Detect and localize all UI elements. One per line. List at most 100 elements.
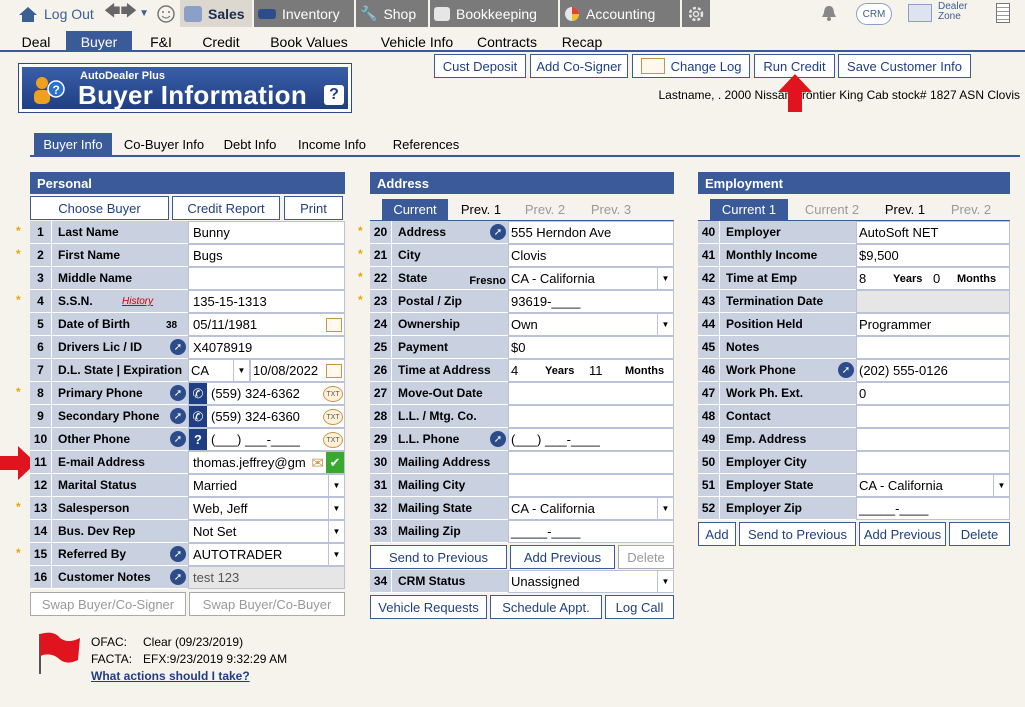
ssn-history-link[interactable]: History	[122, 296, 153, 307]
employment-add-previous-button[interactable]: Add Previous	[859, 522, 946, 546]
tab-buyer-info[interactable]: Buyer Info	[34, 133, 112, 155]
calendar-icon[interactable]	[326, 318, 342, 332]
field-input[interactable]: Web, Jeff ▼	[188, 497, 345, 520]
field-input[interactable]: (202) 555-0126	[856, 359, 1010, 382]
address-add-previous-button[interactable]: Add Previous	[510, 545, 615, 569]
employment-delete-button[interactable]: Delete	[949, 522, 1010, 546]
field-input[interactable]: X4078919	[188, 336, 345, 359]
field-input[interactable]: Clovis	[508, 244, 674, 267]
field-input[interactable]: (___) ___-____	[508, 428, 674, 451]
address-tab-current[interactable]: Current	[382, 199, 448, 220]
tab-inventory[interactable]: Inventory	[254, 0, 354, 27]
subnav-credit[interactable]: Credit	[192, 31, 250, 52]
calculator-icon[interactable]	[996, 3, 1010, 23]
employment-add-button[interactable]: Add	[698, 522, 736, 546]
field-input[interactable]	[856, 428, 1010, 451]
field-input[interactable]: 05/11/1981	[188, 313, 345, 336]
employment-tab-prev2[interactable]: Prev. 2	[942, 199, 1000, 220]
logout-button[interactable]: Log Out	[14, 0, 96, 27]
tab-accounting[interactable]: Accounting	[560, 0, 680, 27]
bell-icon[interactable]	[820, 4, 838, 25]
tab-sales[interactable]: Sales	[180, 0, 252, 27]
lookup-arrow-icon[interactable]: ➚	[838, 362, 854, 378]
log-call-button[interactable]: Log Call	[605, 595, 674, 619]
employment-tab-prev1[interactable]: Prev. 1	[876, 199, 934, 220]
print-button[interactable]: Print	[284, 196, 343, 220]
lookup-arrow-icon[interactable]: ➚	[490, 431, 506, 447]
credit-report-button[interactable]: Credit Report	[172, 196, 280, 220]
tab-income-info[interactable]: Income Info	[290, 133, 374, 155]
field-input[interactable]: Bugs	[188, 244, 345, 267]
field-input[interactable]	[856, 290, 1010, 313]
lookup-arrow-icon[interactable]: ➚	[170, 408, 186, 424]
field-input[interactable]: CA - California ▼	[508, 497, 674, 520]
dealer-zone-icon[interactable]	[908, 4, 932, 22]
field-input[interactable]: 93619-____	[508, 290, 674, 313]
phone-icon[interactable]: ✆	[189, 406, 207, 427]
field-input[interactable]: $9,500	[856, 244, 1010, 267]
crm-status-select[interactable]: Unassigned ▼	[508, 570, 674, 593]
field-input[interactable]: CA - California ▼	[508, 267, 674, 290]
field-input[interactable]: ✆ TXT (559) 324-6362	[188, 382, 345, 405]
dl-expiration-input[interactable]: 10/08/2022	[250, 359, 345, 382]
field-input[interactable]	[508, 405, 674, 428]
address-tab-prev1[interactable]: Prev. 1	[452, 199, 510, 220]
lookup-arrow-icon[interactable]: ➚	[170, 546, 186, 562]
history-nav[interactable]: 🡄 🡆 ▼	[100, 0, 149, 27]
tab-co-buyer-info[interactable]: Co-Buyer Info	[118, 133, 210, 155]
employment-tab-current1[interactable]: Current 1	[710, 199, 788, 220]
swap-buyer-cosigner-button[interactable]: Swap Buyer/Co-Signer	[30, 592, 186, 616]
tab-references[interactable]: References	[382, 133, 470, 155]
field-input[interactable]: CA - California ▼	[856, 474, 1010, 497]
crm-button[interactable]: CRM	[856, 3, 892, 25]
subnav-fi[interactable]: F&I	[138, 31, 184, 52]
address-delete-button[interactable]: Delete	[618, 545, 674, 569]
dl-state-select[interactable]: CA ▼	[188, 359, 250, 382]
swap-buyer-cobuyer-button[interactable]: Swap Buyer/Co-Buyer	[189, 592, 345, 616]
gear-icon[interactable]	[682, 0, 710, 27]
field-input[interactable]: test 123	[188, 566, 345, 589]
address-tab-prev3[interactable]: Prev. 3	[582, 199, 640, 220]
field-input[interactable]: 135-15-1313	[188, 290, 345, 313]
field-input[interactable]: 555 Herndon Ave	[508, 221, 674, 244]
lookup-arrow-icon[interactable]: ➚	[170, 385, 186, 401]
subnav-buyer[interactable]: Buyer	[66, 31, 132, 52]
field-input[interactable]: AutoSoft NET	[856, 221, 1010, 244]
dealer-zone-link[interactable]: Dealer Zone	[938, 2, 967, 22]
question-icon[interactable]: ?	[189, 429, 207, 450]
add-cosigner-button[interactable]: Add Co-Signer	[530, 54, 628, 78]
lookup-arrow-icon[interactable]: ➚	[490, 224, 506, 240]
field-input[interactable]: Not Set ▼	[188, 520, 345, 543]
lookup-arrow-icon[interactable]: ➚	[170, 569, 186, 585]
tab-shop[interactable]: 🔧 Shop	[356, 0, 428, 27]
save-customer-info-button[interactable]: Save Customer Info	[838, 54, 971, 78]
user-icon[interactable]	[152, 0, 178, 27]
lookup-arrow-icon[interactable]: ➚	[170, 431, 186, 447]
phone-icon[interactable]: ✆	[189, 383, 207, 404]
text-message-icon[interactable]: TXT	[323, 386, 343, 402]
address-send-to-previous-button[interactable]: Send to Previous	[370, 545, 507, 569]
field-input[interactable]	[856, 336, 1010, 359]
field-input[interactable]	[856, 451, 1010, 474]
field-input[interactable]	[508, 451, 674, 474]
tab-debt-info[interactable]: Debt Info	[216, 133, 284, 155]
envelope-icon[interactable]: ✉	[311, 454, 324, 472]
text-message-icon[interactable]: TXT	[323, 432, 343, 448]
text-message-icon[interactable]: TXT	[323, 409, 343, 425]
subnav-book-values[interactable]: Book Values	[262, 31, 356, 52]
field-input[interactable]: 8 Years 0 Months	[856, 267, 1010, 290]
vehicle-requests-button[interactable]: Vehicle Requests	[370, 595, 487, 619]
chevron-down-icon[interactable]: ▼	[139, 8, 149, 19]
change-log-button[interactable]: Change Log	[632, 54, 750, 78]
field-input[interactable]: _____-____	[508, 520, 674, 543]
field-input[interactable]: Married ▼	[188, 474, 345, 497]
what-actions-link[interactable]: What actions should I take?	[91, 669, 250, 683]
subnav-vehicle-info[interactable]: Vehicle Info	[370, 31, 464, 52]
field-input[interactable]	[508, 382, 674, 405]
field-input[interactable]: Programmer	[856, 313, 1010, 336]
tab-bookkeeping[interactable]: Bookkeeping	[430, 0, 558, 27]
field-input[interactable]: ? TXT (___) ___-____	[188, 428, 345, 451]
back-icon[interactable]: 🡄	[104, 0, 121, 27]
lookup-arrow-icon[interactable]: ➚	[170, 339, 186, 355]
field-input[interactable]: Bunny	[188, 221, 345, 244]
